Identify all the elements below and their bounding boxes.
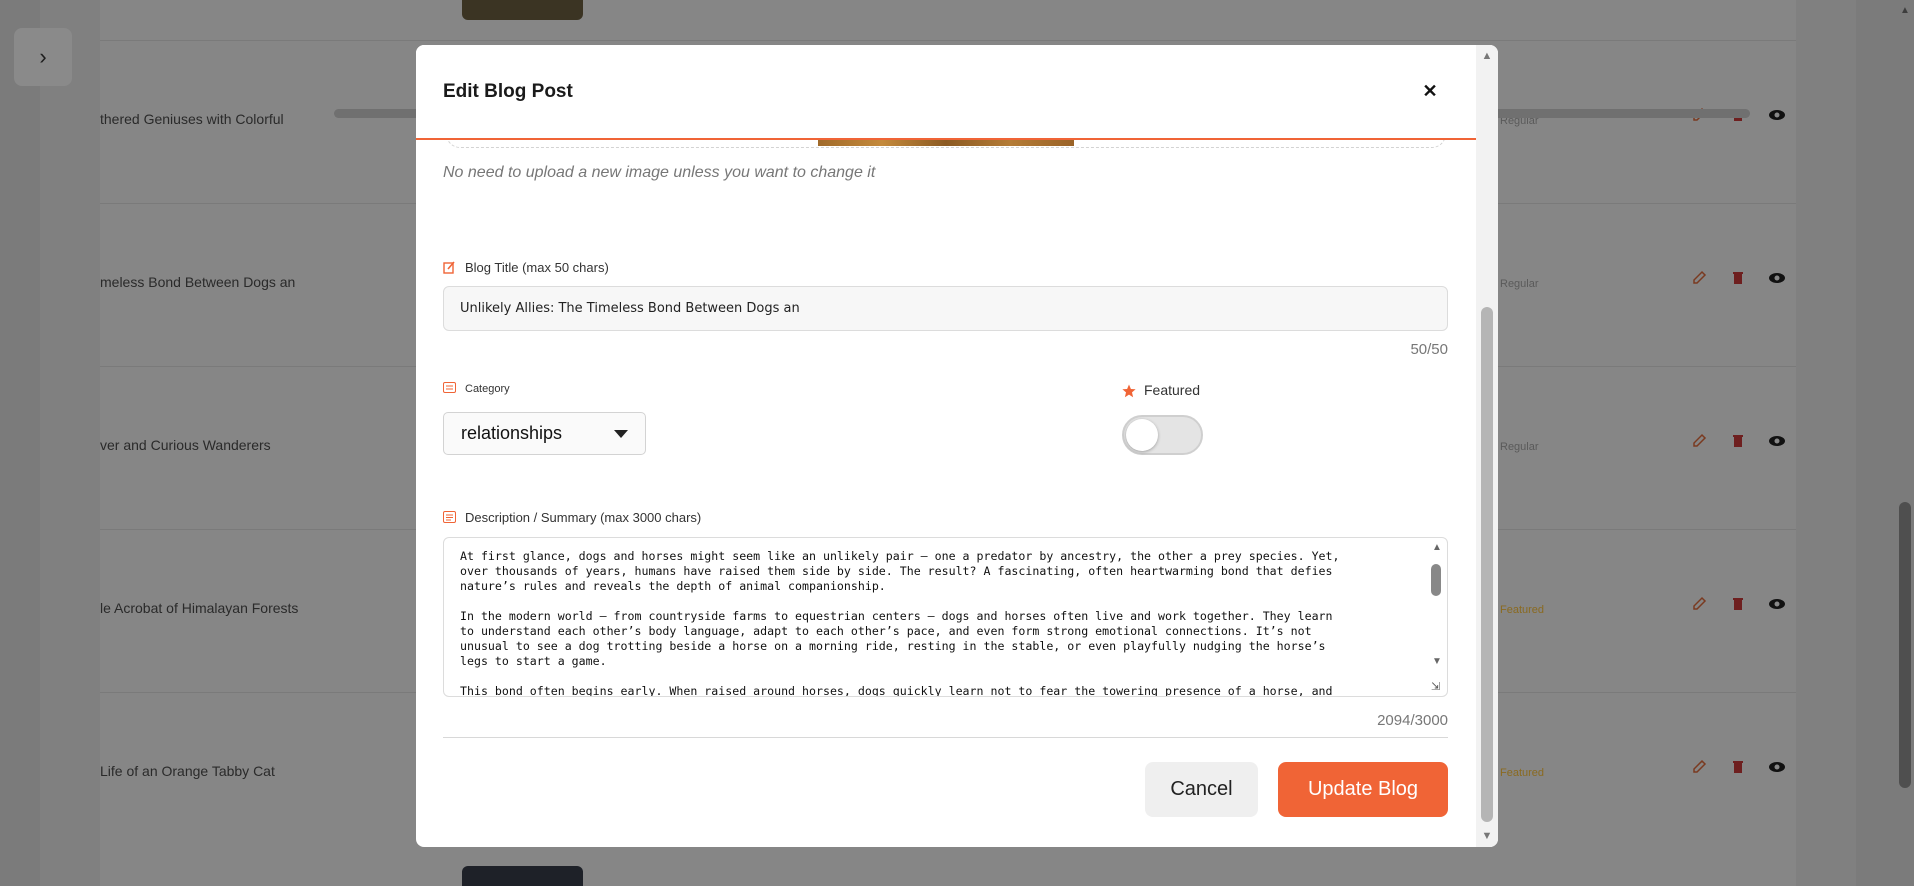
delete-icon[interactable]	[1730, 433, 1746, 449]
status-badge: Featured	[1500, 604, 1545, 616]
page-scrollbar[interactable]: ▲	[1896, 0, 1914, 886]
close-icon: ✕	[1422, 80, 1438, 101]
edit-icon[interactable]	[1692, 596, 1708, 612]
sidebar-toggle-button[interactable]: ›	[14, 28, 72, 86]
list-icon	[443, 382, 456, 395]
edit-icon[interactable]	[1692, 270, 1708, 286]
scroll-up-arrow-icon[interactable]: ▲	[1431, 542, 1443, 553]
edit-icon	[443, 261, 456, 274]
featured-label-text: Featured	[1144, 382, 1201, 398]
star-icon	[1122, 384, 1136, 397]
blog-title-label: Blog Title (max 50 chars)	[443, 260, 609, 275]
resize-handle-icon[interactable]: ⇲	[1431, 680, 1445, 694]
row-title: thered Geniuses with Colorful	[100, 111, 284, 127]
row-actions	[1692, 759, 1785, 775]
toggle-knob	[1126, 419, 1158, 451]
row-thumbnail	[462, 0, 583, 20]
featured-label: Featured	[1122, 382, 1200, 398]
row-title: ver and Curious Wanderers	[100, 437, 271, 453]
modal-scrollbar[interactable]: ▲ ▼	[1476, 45, 1498, 847]
modal-scrollbar-thumb[interactable]	[1481, 307, 1493, 822]
row-actions	[1692, 270, 1785, 286]
view-icon[interactable]	[1768, 270, 1785, 286]
category-label: Category	[443, 382, 510, 395]
footer-divider	[443, 737, 1448, 738]
blog-title-label-text: Blog Title (max 50 chars)	[465, 260, 609, 275]
update-blog-button[interactable]: Update Blog	[1278, 762, 1448, 817]
scroll-down-arrow-icon[interactable]: ▼	[1431, 656, 1443, 667]
delete-icon[interactable]	[1730, 270, 1746, 286]
row-title: le Acrobat of Himalayan Forests	[100, 600, 299, 616]
status-badge: Featured	[1500, 767, 1545, 779]
modal-title: Edit Blog Post	[443, 81, 573, 102]
row-title: Life of an Orange Tabby Cat	[100, 763, 275, 779]
edit-blog-modal: Edit Blog Post ✕ No need to upload a new…	[416, 45, 1498, 847]
delete-icon[interactable]	[1730, 759, 1746, 775]
view-icon[interactable]	[1768, 433, 1785, 449]
category-select[interactable]: relationships	[443, 412, 646, 455]
row-actions	[1692, 433, 1785, 449]
row-title: meless Bond Between Dogs an	[100, 274, 296, 290]
scroll-down-arrow-icon[interactable]: ▼	[1481, 830, 1493, 842]
category-selected-value: relationships	[461, 423, 563, 443]
page-scrollbar-thumb[interactable]	[1899, 502, 1911, 788]
status-badge: Regular	[1500, 278, 1539, 290]
description-value: At first glance, dogs and horses might s…	[460, 549, 1340, 697]
featured-toggle[interactable]	[1122, 415, 1203, 455]
row-actions	[1692, 596, 1785, 612]
view-icon[interactable]	[1768, 107, 1785, 123]
description-textarea[interactable]: At first glance, dogs and horses might s…	[443, 537, 1448, 697]
edit-icon[interactable]	[1692, 759, 1708, 775]
chevron-down-icon	[614, 429, 628, 438]
edit-icon[interactable]	[1692, 433, 1708, 449]
scroll-up-arrow-icon[interactable]: ▲	[1481, 50, 1493, 62]
chevron-right-icon: ›	[39, 44, 47, 69]
blog-title-value: Unlikely Allies: The Timeless Bond Betwe…	[460, 301, 800, 316]
delete-icon[interactable]	[1730, 596, 1746, 612]
description-char-count: 2094/3000	[1377, 712, 1448, 729]
blog-title-input[interactable]: Unlikely Allies: The Timeless Bond Betwe…	[443, 286, 1448, 331]
image-hint: No need to upload a new image unless you…	[443, 164, 876, 181]
modal-body: No need to upload a new image unless you…	[416, 134, 1476, 847]
description-label: Description / Summary (max 3000 chars)	[443, 510, 701, 525]
title-char-count: 50/50	[1410, 341, 1448, 358]
modal-header: Edit Blog Post ✕	[416, 45, 1476, 140]
view-icon[interactable]	[1768, 596, 1785, 612]
status-badge: Regular	[1500, 441, 1539, 453]
textarea-scrollbar-thumb[interactable]	[1431, 564, 1441, 596]
view-icon[interactable]	[1768, 759, 1785, 775]
description-label-text: Description / Summary (max 3000 chars)	[465, 510, 702, 525]
cancel-button[interactable]: Cancel	[1145, 762, 1258, 817]
close-button[interactable]: ✕	[1416, 77, 1444, 105]
document-icon	[443, 511, 456, 524]
category-label-text: Category	[465, 382, 510, 395]
scroll-up-arrow-icon[interactable]: ▲	[1899, 5, 1911, 16]
row-thumbnail	[462, 866, 583, 886]
